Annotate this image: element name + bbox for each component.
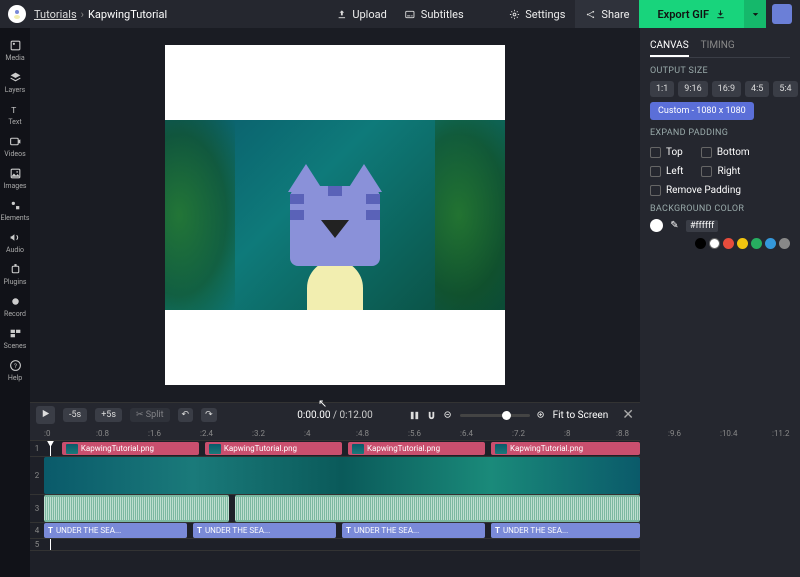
canvas-stage[interactable] xyxy=(30,28,640,402)
svg-text:T: T xyxy=(11,105,16,115)
track-4: 4TUNDER THE SEA...TUNDER THE SEA...TUNDE… xyxy=(30,523,640,539)
tab-canvas[interactable]: CANVAS xyxy=(650,36,689,57)
sidebar-item-audio[interactable]: Audio xyxy=(0,226,30,258)
timeline-tracks: 1KapwingTutorial.pngKapwingTutorial.pngK… xyxy=(30,441,640,551)
app-logo[interactable] xyxy=(8,5,26,23)
timeline-clip[interactable]: KapwingTutorial.png xyxy=(205,442,342,455)
padding-right-checkbox[interactable] xyxy=(701,166,712,177)
cat-graphic xyxy=(290,186,380,310)
swatch[interactable] xyxy=(709,238,720,249)
zoom-in-icon[interactable] xyxy=(536,410,547,421)
track-3: 3 xyxy=(30,495,640,523)
canvas[interactable] xyxy=(165,45,505,385)
timeline-clip[interactable] xyxy=(44,457,640,494)
timeline-clip[interactable]: TUNDER THE SEA... xyxy=(491,523,640,538)
sidebar-item-elements[interactable]: Elements xyxy=(0,194,30,226)
sidebar-item-record[interactable]: Record xyxy=(0,290,30,322)
share-button[interactable]: Share xyxy=(575,0,639,28)
export-button[interactable]: Export GIF xyxy=(639,0,744,28)
sidebar-item-text[interactable]: TText xyxy=(0,98,30,130)
zoom-slider[interactable] xyxy=(460,414,530,417)
current-color-swatch[interactable] xyxy=(650,219,663,232)
plus-5s-button[interactable]: +5s xyxy=(95,408,122,422)
sidebar-item-videos[interactable]: Videos xyxy=(0,130,30,162)
swatch[interactable] xyxy=(751,238,762,249)
expand-padding-label: EXPAND PADDING xyxy=(650,128,790,138)
breadcrumb: Tutorials › KapwingTutorial xyxy=(34,8,167,21)
padding-top-checkbox[interactable] xyxy=(650,147,661,158)
ratio-9-16[interactable]: 9:16 xyxy=(678,81,707,97)
timeline-panel: -5s +5s ✂ Split ↶ ↷ 0:00.00 / 0:12.00 Fi… xyxy=(30,402,640,577)
sidebar-item-layers[interactable]: Layers xyxy=(0,66,30,98)
split-button[interactable]: ✂ Split xyxy=(130,408,170,422)
sidebar-item-media[interactable]: Media xyxy=(0,34,30,66)
track-1: 1KapwingTutorial.pngKapwingTutorial.pngK… xyxy=(30,441,640,457)
swatch[interactable] xyxy=(695,238,706,249)
ratio-1-1[interactable]: 1:1 xyxy=(650,81,674,97)
swatch[interactable] xyxy=(779,238,790,249)
padding-bottom-checkbox[interactable] xyxy=(701,147,712,158)
timeline-clip[interactable]: KapwingTutorial.png xyxy=(491,442,640,455)
padding-left-checkbox[interactable] xyxy=(650,166,661,177)
left-sidebar: MediaLayersTTextVideosImagesElementsAudi… xyxy=(0,28,30,577)
sidebar-item-scenes[interactable]: Scenes xyxy=(0,322,30,354)
zoom-out-icon[interactable] xyxy=(443,410,454,421)
sidebar-item-help[interactable]: ?Help xyxy=(0,354,30,386)
settings-button[interactable]: Settings xyxy=(499,0,575,28)
swatch[interactable] xyxy=(723,238,734,249)
top-bar: Tutorials › KapwingTutorial Upload Subti… xyxy=(0,0,800,28)
sidebar-item-images[interactable]: Images xyxy=(0,162,30,194)
ratio-16-9[interactable]: 16:9 xyxy=(712,81,741,97)
bg-color-label: BACKGROUND COLOR xyxy=(650,204,790,214)
svg-text:?: ? xyxy=(13,362,16,370)
fit-to-screen-button[interactable]: Fit to Screen xyxy=(553,410,609,421)
ratio-5-4[interactable]: 5:4 xyxy=(773,81,797,97)
eyedropper-button[interactable]: ✎ xyxy=(668,219,681,232)
timeline-clip[interactable]: TUNDER THE SEA... xyxy=(193,523,336,538)
remove-padding-checkbox[interactable] xyxy=(650,185,661,196)
export-dropdown[interactable] xyxy=(744,0,766,28)
breadcrumb-page[interactable]: KapwingTutorial xyxy=(88,8,167,21)
custom-size-button[interactable]: Custom - 1080 x 1080 xyxy=(650,102,754,120)
upload-button[interactable]: Upload xyxy=(336,8,386,21)
timeline-clip[interactable] xyxy=(235,495,640,522)
swatch[interactable] xyxy=(765,238,776,249)
magnet-icon[interactable] xyxy=(426,410,437,421)
close-timeline-button[interactable]: ✕ xyxy=(622,407,634,423)
track-5: 5 xyxy=(30,539,640,551)
play-button[interactable] xyxy=(36,406,55,424)
snap-icon[interactable] xyxy=(409,410,420,421)
timeline-clip[interactable]: KapwingTutorial.png xyxy=(348,442,485,455)
output-size-label: OUTPUT SIZE xyxy=(650,66,790,76)
right-panel: CANVAS TIMING OUTPUT SIZE 1:19:16 16:94:5… xyxy=(640,28,800,577)
swatch[interactable] xyxy=(737,238,748,249)
track-2: 2 xyxy=(30,457,640,495)
timeline-clip[interactable]: TUNDER THE SEA... xyxy=(44,523,187,538)
sidebar-item-plugins[interactable]: Plugins xyxy=(0,258,30,290)
ratio-4-5[interactable]: 4:5 xyxy=(745,81,769,97)
timeline-toolbar: -5s +5s ✂ Split ↶ ↷ 0:00.00 / 0:12.00 Fi… xyxy=(30,403,640,427)
video-preview[interactable] xyxy=(165,120,505,310)
tab-timing[interactable]: TIMING xyxy=(701,36,735,57)
time-display: 0:00.00 / 0:12.00 xyxy=(297,410,372,421)
subtitles-button[interactable]: Subtitles xyxy=(405,8,464,21)
timeline-clip[interactable]: KapwingTutorial.png xyxy=(62,442,199,455)
minus-5s-button[interactable]: -5s xyxy=(63,408,87,422)
timeline-ruler[interactable]: :0:0.8:1.6:2.4:3.2:4:4.8:5.6:6.4:7.2:8:8… xyxy=(30,427,640,441)
timeline-clip[interactable] xyxy=(44,495,229,522)
timeline-clip[interactable]: TUNDER THE SEA... xyxy=(342,523,485,538)
redo-button[interactable]: ↷ xyxy=(201,408,217,422)
hex-input[interactable]: #ffffff xyxy=(686,220,718,232)
avatar[interactable] xyxy=(772,4,792,24)
breadcrumb-root[interactable]: Tutorials xyxy=(34,8,77,21)
undo-button[interactable]: ↶ xyxy=(178,408,194,422)
